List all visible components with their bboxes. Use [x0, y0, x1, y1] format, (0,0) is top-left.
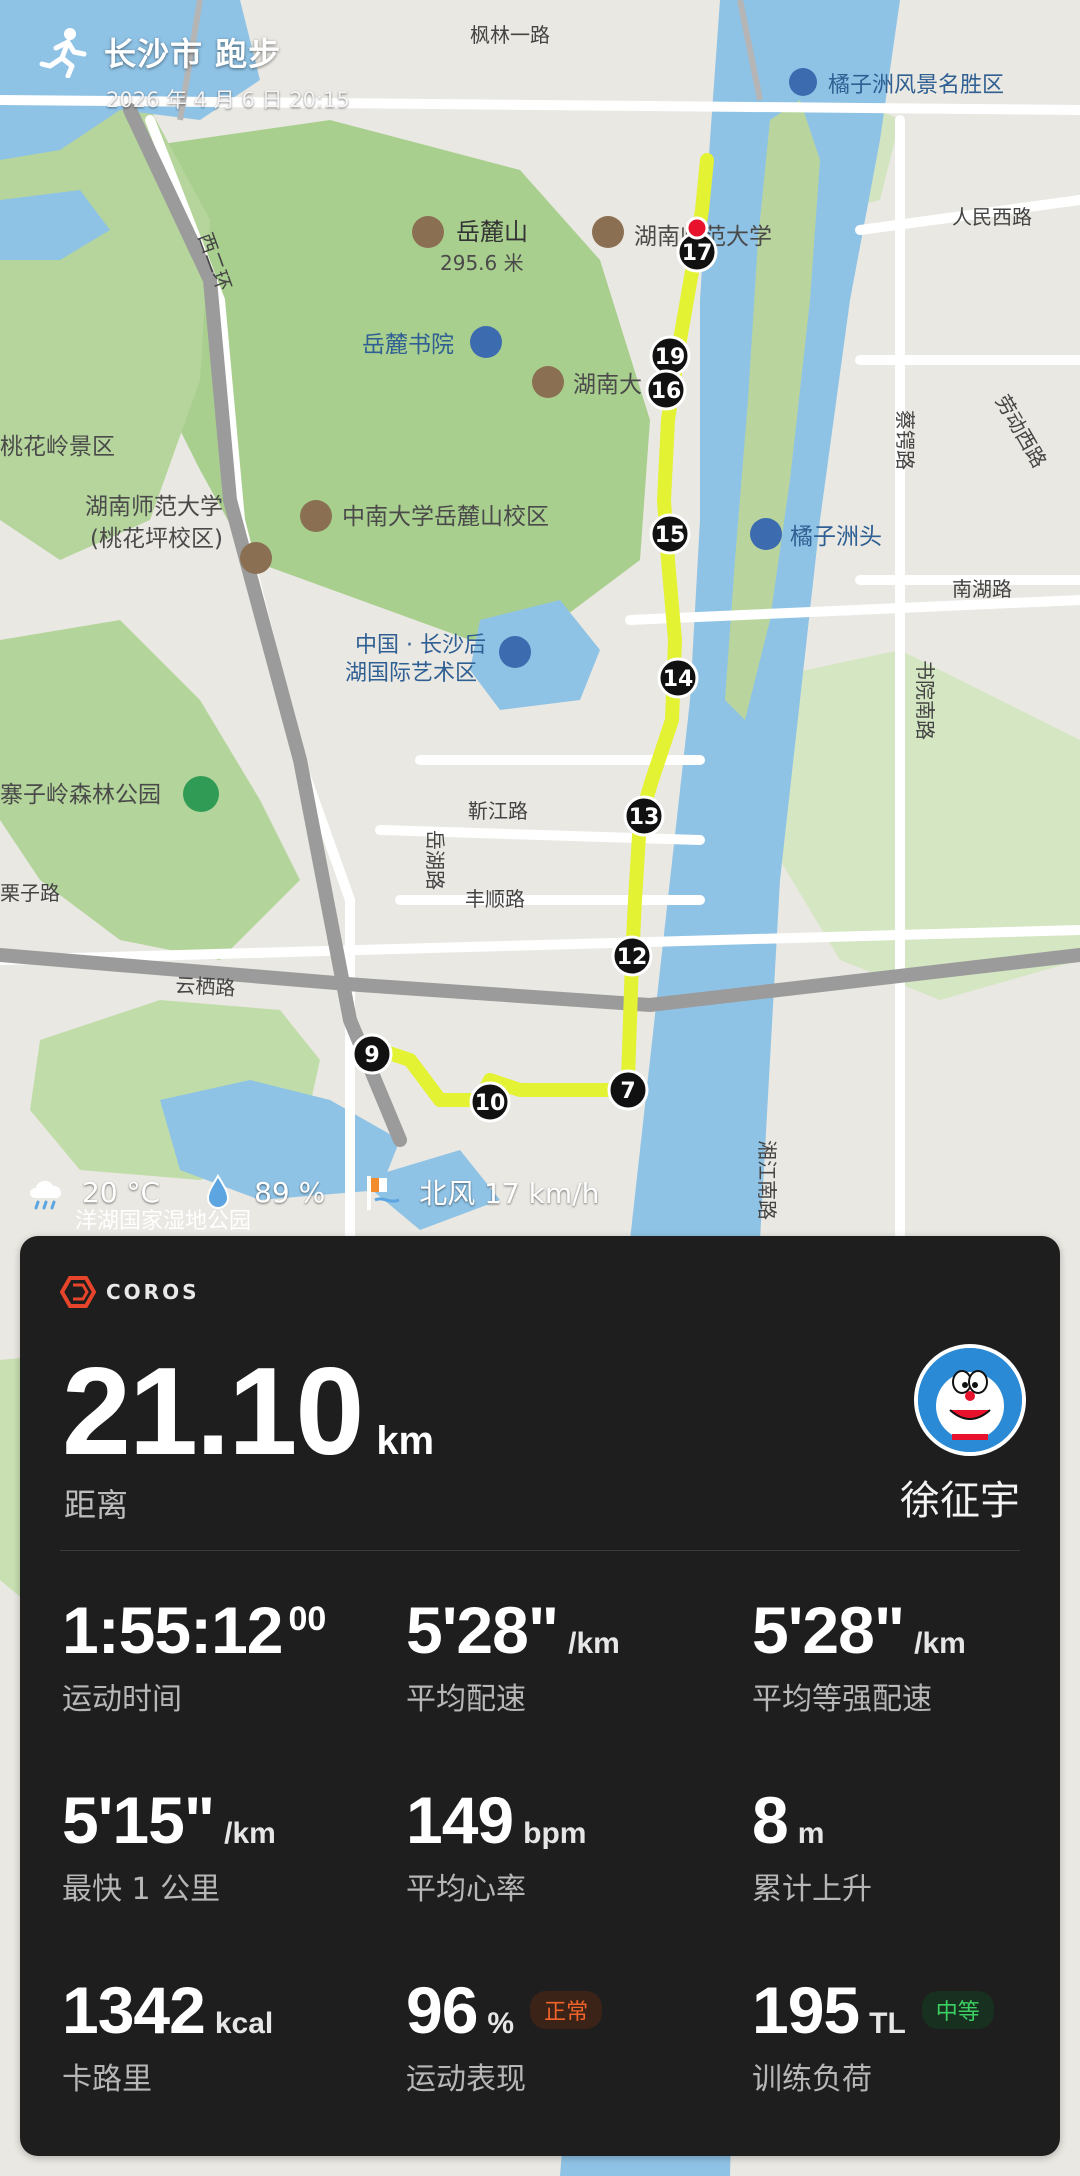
svg-text:14: 14: [663, 667, 694, 692]
wind: 北风 17 km/h: [419, 1177, 600, 1210]
status-badge: 正常: [530, 1991, 603, 2029]
activity-datetime: 2026 年 4 月 6 日 20:15: [106, 88, 350, 112]
stat-avg-hr: 149 bpm 平均心率: [406, 1783, 587, 1907]
svg-text:岳湖路: 岳湖路: [423, 830, 447, 890]
km-marker-10: 10: [469, 1081, 511, 1123]
km-marker-7: 7: [607, 1069, 649, 1111]
status-badge: 中等: [921, 1991, 994, 2029]
svg-text:(桃花坪校区): (桃花坪校区): [90, 526, 223, 552]
doraemon-avatar-icon: [918, 1348, 1022, 1452]
stat-avg-pace: 5'28" /km 平均配速: [406, 1593, 620, 1717]
distance-label: 距离: [64, 1486, 129, 1524]
km-marker-19: 19: [649, 335, 691, 377]
activity-title: 长沙市 跑步: [104, 35, 282, 73]
svg-text:书院南路: 书院南路: [913, 660, 937, 740]
activity-summary-card: COROS 21.10 km 距离 徐征宇 1:55:12 00 运动时间 5'…: [20, 1236, 1060, 2156]
svg-text:13: 13: [629, 805, 660, 830]
avatar[interactable]: [914, 1344, 1026, 1456]
coros-logo: COROS: [60, 1276, 200, 1308]
stat-fastest-km: 5'15" /km 最快 1 公里: [62, 1783, 276, 1907]
stat-avg-grade-pace: 5'28" /km 平均等强配速: [752, 1593, 966, 1717]
km-marker-14: 14: [657, 657, 699, 699]
distance-value: 21.10: [62, 1343, 364, 1481]
km-marker-13: 13: [623, 795, 665, 837]
cloud-rain-icon: [30, 1180, 62, 1210]
svg-text:南湖路: 南湖路: [952, 577, 1012, 601]
km-marker-15: 15: [649, 513, 691, 555]
distance-stat: 21.10 km: [62, 1341, 434, 1483]
svg-text:枫林一路: 枫林一路: [470, 23, 550, 47]
svg-text:橘子洲头: 橘子洲头: [790, 524, 882, 550]
km-marker-16: 16: [645, 369, 687, 411]
svg-text:湖南师范大学: 湖南师范大学: [85, 494, 223, 520]
divider: [60, 1550, 1020, 1551]
svg-text:中国 · 长沙后: 中国 · 长沙后: [355, 633, 486, 658]
wind-flag-icon: [367, 1176, 400, 1210]
km-marker-12: 12: [611, 935, 653, 977]
activity-header: 长沙市 跑步 2026 年 4 月 6 日 20:15: [38, 26, 350, 114]
svg-text:橘子洲风景名胜区: 橘子洲风景名胜区: [828, 73, 1004, 98]
humidity-icon: [207, 1174, 230, 1210]
end-point: [685, 216, 709, 240]
temperature: 20 °C: [82, 1175, 161, 1209]
svg-text:17: 17: [682, 241, 713, 266]
stat-training-load: 195 TL 中等 训练负荷: [752, 1972, 994, 2098]
running-icon: [39, 28, 87, 78]
svg-text:丰顺路: 丰顺路: [465, 887, 525, 911]
km-marker-9: 9: [351, 1033, 393, 1075]
svg-text:栗子路: 栗子路: [0, 881, 60, 905]
svg-text:19: 19: [655, 345, 686, 370]
svg-text:湖南大: 湖南大: [573, 372, 642, 398]
svg-text:寨子岭森林公园: 寨子岭森林公园: [0, 782, 161, 808]
svg-text:靳江路: 靳江路: [468, 799, 528, 823]
svg-text:蔡锷路: 蔡锷路: [893, 410, 917, 470]
svg-text:15: 15: [655, 523, 686, 548]
svg-text:7: 7: [620, 1079, 635, 1104]
coros-logo-icon: [60, 1276, 96, 1308]
stat-moving-time: 1:55:12 00 运动时间: [62, 1593, 327, 1717]
svg-text:16: 16: [651, 379, 682, 404]
svg-text:岳麓书院: 岳麓书院: [362, 332, 454, 358]
svg-text:中南大学岳麓山校区: 中南大学岳麓山校区: [342, 504, 549, 530]
user-name: 徐征宇: [900, 1478, 1020, 1524]
svg-text:人民西路: 人民西路: [952, 205, 1032, 229]
svg-text:湖国际艺术区: 湖国际艺术区: [345, 661, 477, 686]
svg-text:295.6 米: 295.6 米: [440, 251, 524, 275]
svg-text:云栖路: 云栖路: [175, 973, 236, 1000]
weather-bar: 20 °C 89 % 北风 17 km/h: [24, 1160, 1056, 1224]
distance-unit: km: [376, 1419, 435, 1463]
svg-text:10: 10: [475, 1091, 506, 1116]
svg-text:桃花岭景区: 桃花岭景区: [0, 434, 115, 460]
svg-text:9: 9: [364, 1043, 379, 1068]
svg-text:岳麓山: 岳麓山: [456, 218, 528, 246]
stat-elevation-gain: 8 m 累计上升: [752, 1783, 872, 1907]
humidity: 89 %: [254, 1175, 326, 1209]
stat-calories: 1342 kcal 卡路里: [62, 1973, 274, 2097]
stat-performance: 96 % 正常 运动表现: [406, 1972, 603, 2098]
svg-text:12: 12: [617, 945, 648, 970]
